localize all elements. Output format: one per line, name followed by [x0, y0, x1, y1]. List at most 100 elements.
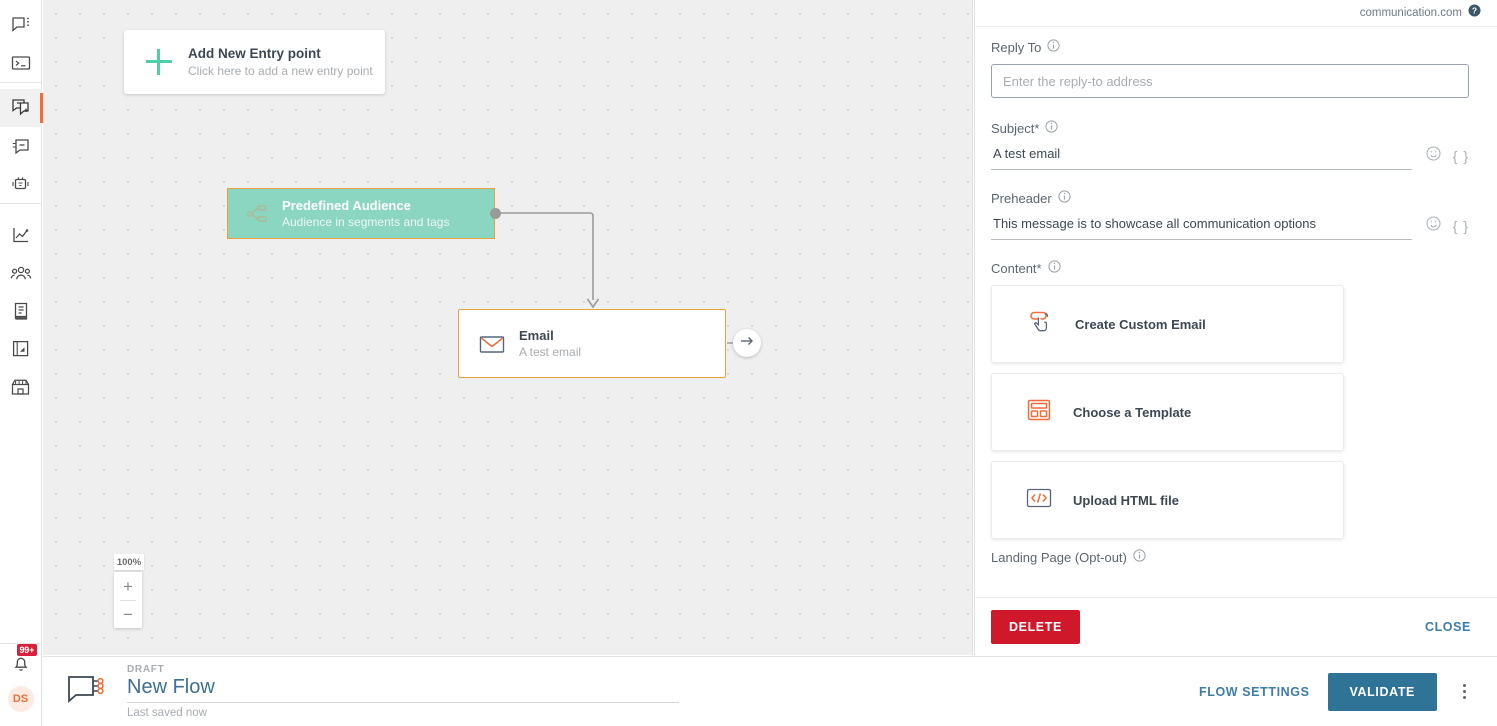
landing-page-label: Landing Page (Opt-out): [991, 549, 1469, 565]
journal-icon: [12, 301, 30, 321]
choose-template-card[interactable]: Choose a Template: [991, 373, 1344, 451]
info-icon[interactable]: [1133, 549, 1146, 565]
emoji-icon[interactable]: [1426, 146, 1441, 166]
email-node-title: Email: [519, 328, 554, 343]
audience-node-subtitle: Audience in segments and tags: [282, 214, 450, 229]
preheader-input[interactable]: [991, 213, 1412, 240]
rail-group-bottom: [0, 204, 41, 406]
kebab-dot: [1462, 690, 1466, 693]
communications-icon: [10, 97, 32, 119]
audience-node-title: Predefined Audience: [282, 197, 411, 213]
zoom-level-label: 100%: [114, 554, 144, 570]
arrow-right-icon: [739, 334, 755, 353]
bell-icon: [11, 653, 31, 678]
minus-small-icon: −: [123, 604, 133, 624]
landing-page-label-text: Landing Page (Opt-out): [991, 549, 1127, 565]
add-next-step-button[interactable]: [733, 329, 761, 357]
upload-html-label: Upload HTML file: [1073, 492, 1179, 508]
subject-label: Subject*: [991, 120, 1469, 136]
flow-settings-button[interactable]: FLOW SETTINGS: [1199, 685, 1310, 699]
plus-small-icon: +: [123, 576, 133, 596]
sender-domain-label: communication.com: [1359, 7, 1462, 19]
flows-icon: [11, 339, 31, 359]
sidebar-item-chat[interactable]: [0, 6, 42, 44]
sidebar-item-analytics[interactable]: [0, 216, 42, 254]
flow-logo-icon: [67, 675, 109, 709]
panel-footer: DELETE CLOSE: [975, 597, 1497, 655]
upload-html-card[interactable]: Upload HTML file: [991, 461, 1344, 539]
emoji-icon[interactable]: [1426, 216, 1441, 236]
svg-text:?: ?: [1472, 5, 1477, 15]
entry-point-title: Add New Entry point: [188, 46, 321, 61]
create-custom-email-label: Create Custom Email: [1075, 316, 1206, 332]
add-entry-point-card[interactable]: Add New Entry point Click here to add a …: [124, 30, 385, 94]
subject-field-tools: { }: [1426, 146, 1469, 170]
preheader-label-text: Preheader: [991, 190, 1052, 206]
node-email[interactable]: Email A test email: [458, 309, 726, 378]
info-icon[interactable]: [1045, 120, 1059, 136]
sidebar-item-journal[interactable]: [0, 292, 42, 330]
node-predefined-audience[interactable]: Predefined Audience Audience in segments…: [227, 188, 495, 239]
zoom-in-button[interactable]: +: [114, 572, 142, 600]
avatar[interactable]: DS: [7, 686, 34, 712]
sidebar-item-flows[interactable]: [0, 330, 42, 368]
panel-header: communication.com ?: [975, 0, 1497, 27]
template-layout-icon: [1025, 396, 1053, 429]
help-icon[interactable]: ?: [1468, 4, 1481, 22]
subject-input[interactable]: [991, 143, 1412, 170]
more-options-button[interactable]: [1447, 675, 1481, 709]
audience-node-icon: [244, 201, 270, 227]
info-icon[interactable]: [1047, 260, 1061, 276]
chat-icon: [11, 15, 31, 35]
audience-node-text: Predefined Audience Audience in segments…: [282, 198, 449, 230]
email-node-subtitle: A test email: [519, 345, 582, 359]
zoom-controls: + −: [114, 572, 142, 628]
sidebar-item-console[interactable]: [0, 44, 42, 82]
bot-icon: [10, 174, 31, 194]
zoom-out-button[interactable]: −: [114, 600, 142, 628]
personalization-token-icon[interactable]: { }: [1453, 218, 1469, 234]
validate-button[interactable]: VALIDATE: [1327, 672, 1437, 711]
content-label: Content*: [991, 260, 1469, 276]
click-email-icon: [1025, 307, 1055, 342]
flow-canvas[interactable]: Add New Entry point Click here to add a …: [43, 0, 973, 655]
rail-group-mid: [0, 83, 43, 203]
sidebar-item-marketplace[interactable]: [0, 368, 42, 406]
last-saved-text: Last saved now: [127, 707, 207, 719]
flow-name-input[interactable]: [127, 675, 679, 703]
html-code-icon: [1025, 486, 1053, 515]
sidebar-item-communications[interactable]: [0, 89, 43, 127]
console-icon: [11, 54, 31, 72]
notifications-button[interactable]: 99+: [0, 644, 42, 686]
close-button[interactable]: CLOSE: [1415, 612, 1481, 642]
flow-bottom-bar: DRAFT Last saved now FLOW SETTINGS VALID…: [43, 656, 1497, 726]
panel-body: Reply To Subject*: [975, 27, 1497, 597]
info-icon[interactable]: [1047, 39, 1060, 55]
sidebar-item-bot[interactable]: [0, 165, 42, 203]
sidebar-item-audience[interactable]: [0, 254, 42, 292]
app-root: 99+ DS Add New Entry point Click here to…: [0, 0, 1497, 726]
audience-node-output-handle[interactable]: [490, 208, 501, 219]
sidebar-item-inbox[interactable]: [0, 127, 42, 165]
delete-button[interactable]: DELETE: [991, 609, 1080, 644]
info-icon[interactable]: [1058, 190, 1071, 206]
notifications-badge: 99+: [16, 644, 38, 656]
plus-icon: [144, 47, 174, 77]
preheader-label: Preheader: [991, 190, 1469, 206]
choose-template-label: Choose a Template: [1073, 404, 1192, 420]
email-node-text: Email A test email: [519, 327, 581, 360]
preheader-row: { }: [991, 213, 1469, 240]
preheader-field-tools: { }: [1426, 216, 1469, 240]
reply-to-input[interactable]: [991, 64, 1469, 98]
flow-meta: DRAFT Last saved now: [127, 664, 679, 719]
personalization-token-icon[interactable]: { }: [1453, 148, 1469, 164]
analytics-icon: [11, 225, 31, 245]
rail-bottom-group: 99+ DS: [0, 644, 41, 726]
kebab-dot: [1462, 684, 1466, 687]
entry-point-text: Add New Entry point Click here to add a …: [188, 45, 373, 79]
flow-status-badge: DRAFT: [127, 664, 165, 675]
create-custom-email-card[interactable]: Create Custom Email: [991, 285, 1344, 363]
